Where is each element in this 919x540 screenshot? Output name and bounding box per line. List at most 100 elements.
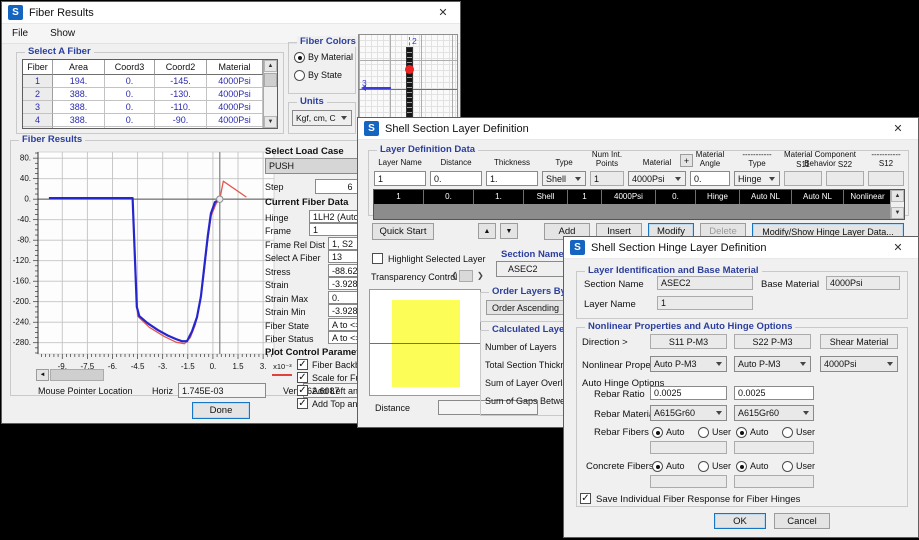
rebar-ratio-s11-input[interactable]: 0.0025 <box>650 386 727 400</box>
menu-file[interactable]: File <box>12 28 28 39</box>
cell[interactable]: 4000Psi <box>207 127 263 129</box>
cell[interactable]: 0. <box>105 114 155 127</box>
scroll-up-icon[interactable]: ▲ <box>264 60 277 72</box>
move-up-button[interactable]: ▲ <box>478 223 496 239</box>
rebar-material-s11-dropdown[interactable]: A615Gr60 <box>650 405 727 421</box>
cell[interactable]: Hinge <box>696 190 740 204</box>
rebar-auto-s22-radio[interactable] <box>736 427 747 438</box>
transparency-right-icon[interactable]: ❯ <box>477 271 484 281</box>
rebar-user-s11-radio[interactable] <box>698 427 709 438</box>
add-top-checkbox[interactable] <box>297 398 308 409</box>
close-icon[interactable]: ✕ <box>890 121 906 137</box>
by-material-radio[interactable] <box>294 52 305 63</box>
cell[interactable]: 4 <box>23 114 53 127</box>
scroll-down-icon[interactable]: ▼ <box>891 207 904 219</box>
cell[interactable]: 4000Psi <box>207 88 263 101</box>
close-icon[interactable]: ✕ <box>435 5 451 21</box>
rebar-auto-s11-radio[interactable] <box>652 427 663 438</box>
material-angle-input[interactable]: 0. <box>690 171 730 186</box>
cell[interactable]: 0. <box>105 75 155 88</box>
title-bar[interactable]: S Shell Section Layer Definition ✕ <box>358 118 918 140</box>
layer-table-scrollbar[interactable]: ▲ ▼ <box>890 190 904 219</box>
fiber-results-plot[interactable]: -9.-7.5-6.-4.5-3.-1.50.1.53.80.40.0.-40.… <box>8 142 308 376</box>
title-bar[interactable]: S Fiber Results ✕ <box>2 2 460 24</box>
thickness-input[interactable]: 1. <box>486 171 538 186</box>
cell[interactable]: -70. <box>155 127 207 129</box>
concrete-user-s22-radio[interactable] <box>782 461 793 472</box>
cell[interactable]: 388. <box>53 88 105 101</box>
cell[interactable]: 0. <box>105 88 155 101</box>
fiber-backbone-checkbox[interactable] <box>297 359 308 370</box>
cell[interactable]: 0. <box>656 190 696 204</box>
plot-scroll-thumb[interactable] <box>50 369 104 381</box>
transparency-slider[interactable] <box>459 270 473 282</box>
title-bar[interactable]: S Shell Section Hinge Layer Definition ✕ <box>564 237 918 259</box>
shear-material-dropdown[interactable]: 4000Psi <box>820 356 898 372</box>
scroll-up-icon[interactable]: ▲ <box>891 190 904 202</box>
cell[interactable]: 1 <box>23 75 53 88</box>
rebar-ratio-s22-input[interactable]: 0.0025 <box>734 386 814 400</box>
transparency-left-icon[interactable]: ❮ <box>451 271 458 281</box>
rebar-user-s22-radio[interactable] <box>782 427 793 438</box>
add-left-checkbox[interactable] <box>297 385 308 396</box>
horiz-value-field[interactable]: 1.745E-03 <box>178 383 266 398</box>
cell[interactable]: -90. <box>155 114 207 127</box>
type-dropdown[interactable]: Shell <box>542 171 586 186</box>
cell[interactable]: 0. <box>424 190 474 204</box>
cell[interactable]: 4000Psi <box>602 190 656 204</box>
fiber-table[interactable]: Fiber Area Coord3 Coord2 Material 1 194.… <box>22 59 278 129</box>
concrete-user-s11-radio[interactable] <box>698 461 709 472</box>
cell[interactable]: Auto NL Hinge <box>740 190 792 204</box>
layer-name-input[interactable]: 1 <box>374 171 426 186</box>
cell[interactable]: -130. <box>155 88 207 101</box>
plot-scroll-left-icon[interactable]: ◄ <box>36 369 49 381</box>
cell[interactable]: 5 <box>23 127 53 129</box>
s11-nonlinear-dropdown[interactable]: Auto P-M3 <box>650 356 727 372</box>
hinge-type-dropdown[interactable]: Hinge <box>734 171 780 186</box>
by-state-radio[interactable] <box>294 70 305 81</box>
layer-table[interactable]: 1 0. 1. Shell 1 4000Psi 0. Hinge Auto NL… <box>373 189 905 220</box>
cell[interactable]: 4000Psi <box>207 101 263 114</box>
cell[interactable]: 0. <box>105 127 155 129</box>
scroll-thumb[interactable] <box>264 73 277 87</box>
cell[interactable]: 194. <box>53 75 105 88</box>
table-row[interactable]: 1 0. 1. Shell 1 4000Psi 0. Hinge Auto NL… <box>374 190 892 204</box>
save-fiber-response-checkbox[interactable] <box>580 493 591 504</box>
done-button[interactable]: Done <box>192 402 250 419</box>
quick-start-button[interactable]: Quick Start <box>372 223 434 240</box>
cell[interactable]: 1 <box>568 190 602 204</box>
cell[interactable]: Shell <box>524 190 568 204</box>
cell[interactable]: 0. <box>105 101 155 114</box>
cell[interactable]: 388. <box>53 101 105 114</box>
cell[interactable]: 3 <box>23 101 53 114</box>
cell[interactable]: 1. <box>474 190 524 204</box>
cell[interactable]: Auto NL Hinge <box>792 190 844 204</box>
distance-input[interactable]: 0. <box>430 171 482 186</box>
ok-button[interactable]: OK <box>714 513 766 529</box>
rebar-material-s22-dropdown[interactable]: A615Gr60 <box>734 405 814 421</box>
cell[interactable]: 1 <box>374 190 424 204</box>
cell[interactable]: 388. <box>53 127 105 129</box>
concrete-auto-s22-radio[interactable] <box>736 461 747 472</box>
scale-full-checkbox[interactable] <box>297 372 308 383</box>
cell[interactable]: 388. <box>53 114 105 127</box>
cell[interactable]: -110. <box>155 101 207 114</box>
cell[interactable]: 4000Psi <box>207 114 263 127</box>
table-scrollbar[interactable]: ▲ ▼ <box>263 60 277 128</box>
cell[interactable]: -145. <box>155 75 207 88</box>
cell[interactable]: 2 <box>23 88 53 101</box>
concrete-auto-s11-radio[interactable] <box>652 461 663 472</box>
units-dropdown[interactable]: Kgf, cm, C <box>292 110 352 126</box>
close-icon[interactable]: ✕ <box>890 240 906 256</box>
cell[interactable]: 4000Psi <box>207 75 263 88</box>
s22-nonlinear-dropdown[interactable]: Auto P-M3 <box>734 356 811 372</box>
load-case-dropdown[interactable]: PUSH <box>265 158 365 174</box>
scroll-down-icon[interactable]: ▼ <box>264 116 277 128</box>
menu-show[interactable]: Show <box>50 28 75 39</box>
highlight-layer-checkbox[interactable] <box>372 253 383 264</box>
cell[interactable]: Nonlinear <box>844 190 892 204</box>
move-down-button[interactable]: ▼ <box>500 223 518 239</box>
material-dropdown[interactable]: 4000Psi <box>628 171 686 186</box>
material-plus-button[interactable]: + <box>680 154 693 167</box>
cancel-button[interactable]: Cancel <box>774 513 830 529</box>
